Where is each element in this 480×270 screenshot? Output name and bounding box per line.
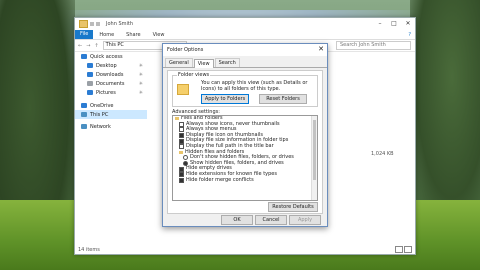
folder-views-description: You can apply this view (such as Details… (201, 80, 308, 92)
maximize-icon[interactable]: □ (387, 18, 401, 29)
sidebar-item-network[interactable]: Network (75, 122, 147, 131)
radio-button[interactable] (183, 155, 188, 161)
sidebar-item-label: Network (90, 123, 111, 130)
computer-icon (81, 112, 87, 117)
sidebar-item-label: Quick access (90, 53, 123, 60)
dialog-title: Folder Options (167, 47, 204, 53)
ok-button[interactable]: OK (221, 215, 253, 225)
properties-icon[interactable] (96, 22, 100, 26)
tab-search[interactable]: Search (214, 58, 240, 67)
advanced-settings-list[interactable]: Files and Folders Always show icons, neve… (172, 115, 318, 201)
sidebar-item-label: This PC (90, 111, 109, 118)
pin-icon: ✳ (138, 62, 143, 69)
advanced-setting-label: Hide folder merge conflicts (186, 176, 254, 183)
folder-icon (177, 84, 189, 95)
sidebar-item-pictures[interactable]: Pictures ✳ (75, 88, 147, 97)
back-arrow-icon[interactable]: ← (78, 43, 82, 49)
sidebar-item-label: OneDrive (90, 102, 114, 109)
pin-icon: ✳ (138, 71, 143, 78)
scrollbar-thumb[interactable] (313, 120, 316, 180)
folder-options-dialog: Folder Options ✕ General View Search Fol… (162, 43, 328, 227)
checkbox[interactable] (179, 172, 184, 178)
sidebar-item-label: Documents (96, 80, 125, 87)
view-tab-panel: Folder views You can apply this view (su… (167, 70, 323, 214)
desktop-icon (87, 63, 93, 68)
folder-views-label: Folder views (177, 72, 211, 78)
checkbox[interactable] (179, 127, 184, 133)
cancel-button[interactable]: Cancel (255, 215, 287, 225)
explorer-titlebar: John Smith – □ ✕ (75, 18, 415, 30)
apply-to-folders-button[interactable]: Apply to Folders (201, 94, 249, 104)
documents-icon (87, 81, 93, 86)
ribbon-tabs: File Home Share View ? (75, 30, 415, 40)
sidebar-item-downloads[interactable]: Downloads ✳ (75, 70, 147, 79)
checkbox[interactable] (179, 166, 184, 172)
minimize-icon[interactable]: – (373, 18, 387, 29)
tab-share[interactable]: Share (120, 32, 146, 38)
cloud-icon (81, 103, 87, 108)
checkbox[interactable] (179, 177, 184, 183)
pin-icon: ✳ (138, 80, 143, 87)
advanced-setting-item[interactable]: Hide folder merge conflicts (173, 176, 317, 184)
sidebar-item-label: Desktop (96, 62, 117, 69)
tab-general[interactable]: General (165, 58, 193, 67)
folder-icon (179, 150, 183, 154)
dialog-close-icon[interactable]: ✕ (318, 45, 324, 53)
window-title: John Smith (106, 21, 134, 27)
sidebar-item-quick-access[interactable]: Quick access (75, 52, 147, 61)
checkbox[interactable] (179, 138, 184, 144)
tab-view-active[interactable]: View (193, 59, 214, 68)
sidebar-item-documents[interactable]: Documents ✳ (75, 79, 147, 88)
network-icon (81, 124, 87, 129)
checkbox[interactable] (179, 133, 184, 139)
address-text: This PC (105, 42, 124, 48)
status-bar-item-count: 14 items (78, 247, 100, 253)
apply-button[interactable]: Apply (289, 215, 321, 225)
tab-home[interactable]: Home (93, 32, 120, 38)
navigation-pane: Quick access Desktop ✳ Downloads ✳ Documents ✳… (75, 52, 147, 246)
sidebar-item-label: Pictures (96, 89, 116, 96)
search-input[interactable]: Search John Smith (336, 41, 411, 50)
dialog-tabs: General View Search (163, 58, 327, 68)
star-icon (81, 54, 87, 59)
advanced-settings-scrollbar[interactable] (311, 116, 317, 200)
up-arrow-icon[interactable]: ↑ (94, 43, 98, 49)
file-size: 1,024 KB (371, 151, 394, 157)
help-icon[interactable]: ? (408, 32, 411, 38)
sidebar-item-this-pc[interactable]: This PC (75, 110, 147, 119)
close-icon[interactable]: ✕ (401, 18, 415, 29)
restore-defaults-button[interactable]: Restore Defaults (268, 202, 318, 212)
large-icons-view-icon[interactable] (404, 246, 412, 253)
sidebar-item-onedrive[interactable]: OneDrive (75, 101, 147, 110)
forward-arrow-icon[interactable]: → (86, 43, 90, 49)
background-tree-right (410, 0, 480, 220)
tab-view[interactable]: View (147, 32, 171, 38)
reset-folders-button[interactable]: Reset Folders (259, 94, 307, 104)
checkbox[interactable] (179, 144, 184, 150)
details-view-icon[interactable] (395, 246, 403, 253)
folder-icon (175, 117, 179, 121)
sidebar-item-label: Downloads (96, 71, 124, 78)
quick-access-toolbar-icon[interactable] (90, 22, 94, 26)
dialog-titlebar: Folder Options ✕ (163, 44, 327, 56)
folder-views-group: Folder views You can apply this view (su… (172, 72, 318, 107)
pin-icon: ✳ (138, 89, 143, 96)
download-icon (87, 72, 93, 77)
folder-icon (79, 20, 88, 28)
sidebar-item-desktop[interactable]: Desktop ✳ (75, 61, 147, 70)
checkbox[interactable] (179, 121, 184, 127)
pictures-icon (87, 90, 93, 95)
tab-file[interactable]: File (75, 30, 94, 39)
